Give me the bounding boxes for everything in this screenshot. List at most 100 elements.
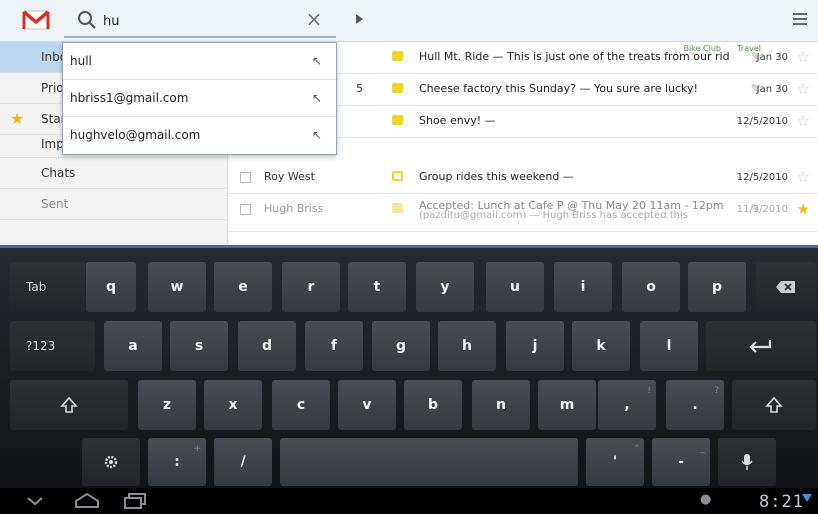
key-l[interactable]: l — [640, 321, 698, 371]
gmail-logo-icon[interactable] — [22, 9, 50, 31]
star-icon[interactable]: ☆ — [797, 112, 810, 130]
mail-date: Jan 30 — [756, 52, 788, 63]
signal-icon — [802, 494, 812, 502]
mail-subject: Group rides this weekend — — [419, 170, 574, 183]
mail-count: 5 — [356, 82, 363, 95]
key-dash[interactable]: - _ — [652, 438, 710, 486]
importance-icon — [392, 171, 403, 181]
importance-icon — [392, 115, 403, 125]
mail-row[interactable]: Roy West Group rides this weekend — 12/5… — [228, 162, 818, 194]
key-settings[interactable] — [82, 438, 140, 486]
key-w[interactable]: w — [148, 262, 206, 312]
back-chevron-icon[interactable] — [26, 495, 44, 507]
key-alt-char: ? — [714, 386, 719, 396]
star-icon[interactable]: ☆ — [797, 80, 810, 98]
key-g[interactable]: g — [372, 321, 430, 371]
key-o[interactable]: o — [622, 262, 680, 312]
search-suggestions: hull ↖ hbriss1@gmail.com ↖ hughvelo@gmai… — [62, 42, 337, 155]
gear-icon — [104, 455, 118, 469]
soft-keyboard: Tab q w e r t y u i o p ?123 a s d f g h… — [0, 245, 818, 488]
key-y[interactable]: y — [416, 262, 474, 312]
key-b[interactable]: b — [404, 380, 462, 430]
search-underline — [64, 36, 336, 38]
key-alt-char: ! — [647, 386, 651, 396]
key-k[interactable]: k — [572, 321, 630, 371]
arrow-up-left-icon[interactable]: ↖ — [312, 80, 322, 117]
suggestion-item[interactable]: hull ↖ — [63, 43, 336, 80]
shift-icon — [60, 396, 78, 413]
mail-date: 12/5/2010 — [736, 116, 788, 127]
key-shift-left[interactable] — [10, 380, 128, 430]
arrow-up-left-icon[interactable]: ↖ — [312, 43, 322, 80]
top-bar: × — [0, 0, 818, 42]
key-r[interactable]: r — [282, 262, 340, 312]
key-alt-char: _ — [700, 444, 706, 454]
key-s[interactable]: s — [170, 321, 228, 371]
key-h[interactable]: h — [438, 321, 496, 371]
key-t[interactable]: t — [348, 262, 406, 312]
mail-date: Jan 30 — [756, 84, 788, 95]
backspace-icon — [776, 281, 795, 293]
home-icon[interactable] — [74, 491, 100, 509]
system-bar: ● 8:21 — [0, 488, 818, 514]
clear-search-icon[interactable]: × — [304, 9, 324, 29]
key-e[interactable]: e — [214, 262, 272, 312]
key-n[interactable]: n — [472, 380, 530, 430]
search-icon[interactable] — [75, 8, 99, 32]
sidebar-item-sent[interactable]: Sent — [0, 189, 228, 220]
key-z[interactable]: z — [138, 380, 196, 430]
key-q[interactable]: q — [86, 262, 136, 312]
key-x[interactable]: x — [204, 380, 262, 430]
key-period[interactable]: . ? — [666, 380, 724, 430]
star-icon[interactable]: ☆ — [797, 48, 810, 66]
mail-subject: Cheese factory this Sunday? — You sure a… — [419, 82, 698, 95]
enter-icon — [749, 340, 772, 353]
menu-icon[interactable] — [793, 13, 809, 27]
arrow-up-left-icon[interactable]: ↖ — [312, 117, 322, 154]
mail-date: 12/5/2010 — [736, 172, 788, 183]
mail-checkbox[interactable] — [240, 204, 251, 215]
android-debug-icon: ● — [700, 492, 712, 507]
key-symbols[interactable]: ?123 — [10, 321, 95, 371]
suggestion-item[interactable]: hughvelo@gmail.com ↖ — [63, 117, 336, 154]
key-enter[interactable] — [706, 321, 816, 371]
mail-subject: Hull Mt. Ride — This is just one of the … — [419, 50, 729, 63]
importance-icon — [392, 83, 403, 93]
recent-apps-icon[interactable] — [122, 492, 148, 510]
mail-subject: Shoe envy! — — [419, 114, 496, 127]
key-j[interactable]: j — [506, 321, 564, 371]
sidebar-item-chats[interactable]: Chats — [0, 158, 228, 189]
key-v[interactable]: v — [338, 380, 396, 430]
key-f[interactable]: f — [305, 321, 363, 371]
key-m[interactable]: m — [538, 380, 596, 430]
key-u[interactable]: u — [486, 262, 544, 312]
importance-icon — [392, 203, 403, 213]
key-a[interactable]: a — [104, 321, 162, 371]
key-alt-char: " — [634, 444, 639, 454]
key-colon[interactable]: : + — [148, 438, 206, 486]
key-slash[interactable]: / — [214, 438, 272, 486]
star-icon[interactable]: ☆ — [797, 168, 810, 186]
suggestion-item[interactable]: hbriss1@gmail.com ↖ — [63, 80, 336, 117]
mail-snippet: (pazditu@gmail.com) — Hugh Briss has acc… — [419, 210, 688, 221]
clock: 8:21 — [759, 492, 804, 512]
key-c[interactable]: c — [272, 380, 330, 430]
mail-checkbox[interactable] — [240, 172, 251, 183]
star-icon[interactable]: ★ — [797, 200, 810, 218]
microphone-icon — [741, 454, 753, 470]
key-d[interactable]: d — [238, 321, 296, 371]
search-input[interactable] — [103, 10, 283, 32]
mail-sender: Roy West — [264, 170, 315, 183]
key-shift-right[interactable] — [732, 380, 816, 430]
key-i[interactable]: i — [554, 262, 612, 312]
key-tab[interactable]: Tab — [10, 262, 85, 312]
key-p[interactable]: p — [688, 262, 746, 312]
play-icon[interactable] — [356, 14, 363, 24]
mail-row[interactable]: Hugh Briss Accepted: Lunch at Cafe P @ T… — [228, 194, 818, 232]
key-space[interactable] — [280, 438, 578, 486]
key-backspace[interactable] — [756, 262, 816, 312]
label-bike-club[interactable]: Bike Club — [684, 44, 721, 53]
key-voice[interactable] — [718, 438, 776, 486]
key-comma[interactable]: , ! — [598, 380, 656, 430]
key-apostrophe[interactable]: ' " — [586, 438, 644, 486]
